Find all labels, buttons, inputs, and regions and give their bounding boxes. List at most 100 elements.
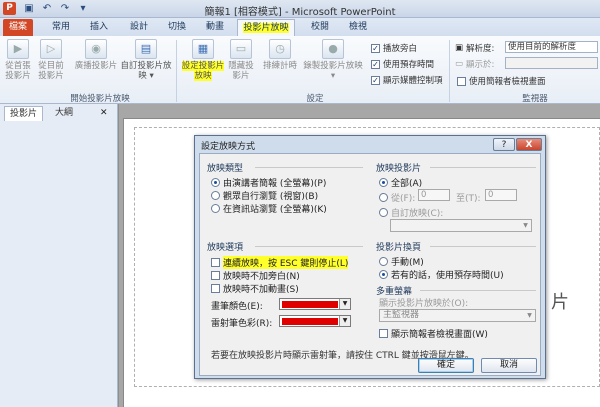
to-label: 至(T): <box>456 194 481 204</box>
from-beginning-button[interactable]: ▶ 從首張投影片 <box>2 39 34 81</box>
broadcast-button[interactable]: ◉ 廣播投影片 <box>74 39 118 71</box>
from-current-button[interactable]: ▷ 從目前投影片 <box>35 39 67 81</box>
divider <box>430 246 536 247</box>
loop-checkbox[interactable]: 連續放映，按 ESC 鍵則停止(L) <box>211 256 349 269</box>
from-spinner[interactable]: 0 <box>418 189 450 201</box>
radio-icon <box>379 208 388 217</box>
checkmark-icon: ✓ <box>371 43 380 53</box>
all-slides-radio[interactable]: 全部(A) <box>379 176 422 189</box>
chevron-down-icon: ▼ <box>527 312 532 319</box>
monitor-icon: ▭ <box>455 59 464 69</box>
tab-slide-show[interactable]: 投影片放映 <box>237 19 295 36</box>
radio-icon <box>211 191 220 200</box>
dialog-title: 設定放映方式 <box>201 142 256 152</box>
rehearse-button[interactable]: ◷ 排練計時 <box>262 39 298 71</box>
radio-selected-icon <box>211 178 220 187</box>
setup-show-icon: ▦ <box>192 39 214 59</box>
play-narration-checkbox[interactable]: ✓ 播放旁白 <box>371 42 417 54</box>
laser-color-label: 雷射筆色彩(R): <box>211 319 273 329</box>
play-current-icon: ▷ <box>40 39 62 59</box>
custom-show-icon: ▤ <box>135 39 157 59</box>
use-timings-radio[interactable]: 若有的話，使用預存時間(U) <box>379 268 504 281</box>
divider <box>430 167 536 168</box>
divider <box>420 290 536 291</box>
pen-color-label: 畫筆顏色(E): <box>211 302 263 312</box>
group-divider <box>449 40 450 102</box>
browsed-by-individual-radio[interactable]: 觀眾自行瀏覽 (視窗)(B) <box>211 189 318 202</box>
tab-transitions[interactable]: 切換 <box>164 19 190 36</box>
setup-show-button[interactable]: ▦ 設定投影片放映 <box>180 39 226 81</box>
resolution-label: ▣ 解析度: <box>455 43 495 54</box>
tab-outline[interactable]: 大綱 <box>50 106 78 121</box>
tab-home[interactable]: 常用 <box>48 19 74 36</box>
use-timings-checkbox[interactable]: ✓ 使用預存時間 <box>371 58 434 70</box>
show-slides-title: 放映投影片 <box>376 164 422 174</box>
presenter-view-checkbox[interactable]: 使用簡報者檢視畫面 <box>457 75 546 87</box>
slide-placeholder-text: 片 <box>551 292 569 313</box>
no-animation-checkbox[interactable]: 放映時不加動畫(S) <box>211 282 299 295</box>
presenter-view-checkbox-dialog[interactable]: 顯示簡報者檢視畫面(W) <box>379 327 488 340</box>
tab-animations[interactable]: 動畫 <box>202 19 228 36</box>
show-on-monitor-label: 顯示投影片放映於(O): <box>379 299 469 309</box>
radio-icon <box>379 257 388 266</box>
resolution-icon: ▣ <box>455 43 464 53</box>
chevron-down-icon: ▼ <box>339 316 350 326</box>
timer-icon: ◷ <box>269 39 291 59</box>
broadcast-icon: ◉ <box>85 39 107 59</box>
presented-by-speaker-radio[interactable]: 由演講者簡報 (全螢幕)(P) <box>211 176 326 189</box>
tab-file[interactable]: 檔案 <box>3 19 33 36</box>
radio-selected-icon <box>379 270 388 279</box>
radio-selected-icon <box>379 178 388 187</box>
radio-icon <box>379 193 388 202</box>
show-on-dropdown[interactable] <box>505 57 598 69</box>
title-bar: P ▣ ↶ ↷ ▾ 簡報1 [相容模式] - Microsoft PowerPo… <box>0 0 600 18</box>
cancel-button[interactable]: 取消 <box>481 358 537 373</box>
pen-color-picker[interactable]: ▼ <box>279 298 351 310</box>
from-radio[interactable]: 從(F): <box>379 191 415 204</box>
group-label-setup: 設定 <box>306 94 324 104</box>
ribbon: ▶ 從首張投影片 ▷ 從目前投影片 ◉ 廣播投影片 ▤ 自訂投影片放映 ▾ 開始投影片放… <box>0 36 600 104</box>
dialog-body: 放映類型 由演講者簡報 (全螢幕)(P) 觀眾自行瀏覽 (視窗)(B) 在資訊站… <box>199 153 541 376</box>
to-spinner[interactable]: 0 <box>485 189 517 201</box>
help-button[interactable]: ? <box>493 138 515 151</box>
group-label-start: 開始投影片放映 <box>70 94 130 104</box>
show-on-label: ▭ 顯示於: <box>455 59 495 70</box>
laser-color-swatch <box>282 318 338 325</box>
laser-color-picker[interactable]: ▼ <box>279 315 351 327</box>
tab-slide-show-label: 投影片放映 <box>243 23 289 33</box>
setup-show-dialog: 設定放映方式 ? X 放映類型 由演講者簡報 (全螢幕)(P) 觀眾自行瀏覽 (… <box>194 135 546 379</box>
checkmark-icon: ✓ <box>371 75 380 85</box>
record-icon: ● <box>322 39 344 59</box>
monitor-dropdown[interactable]: 主監視器 ▼ <box>379 309 536 322</box>
show-options-title: 放映選項 <box>207 243 244 253</box>
hide-slide-icon: ▭ <box>230 39 252 59</box>
resolution-dropdown[interactable]: 使用目前的解析度 <box>505 41 598 53</box>
browsed-at-kiosk-radio[interactable]: 在資訊站瀏覽 (全螢幕)(K) <box>211 202 327 215</box>
tab-view[interactable]: 檢視 <box>345 19 371 36</box>
show-media-controls-checkbox[interactable]: ✓ 顯示媒體控制項 <box>371 74 443 86</box>
checkmark-icon: ✓ <box>371 59 380 69</box>
close-panel-icon[interactable]: ✕ <box>100 108 108 118</box>
ok-button[interactable]: 確定 <box>418 358 474 373</box>
radio-icon <box>211 204 220 213</box>
custom-show-dropdown[interactable]: ▼ <box>390 219 532 232</box>
tab-review[interactable]: 校閱 <box>307 19 333 36</box>
divider <box>255 246 363 247</box>
group-divider <box>176 40 177 102</box>
slide-thumbnail-panel: 投影片 大綱 ✕ <box>0 104 118 407</box>
chevron-down-icon: ▼ <box>339 299 350 309</box>
custom-show-button[interactable]: ▤ 自訂投影片放映 ▾ <box>120 39 172 81</box>
window-title: 簡報1 [相容模式] - Microsoft PowerPoint <box>204 7 396 18</box>
tab-slides[interactable]: 投影片 <box>4 106 44 121</box>
custom-show-radio[interactable]: 自訂放映(C): <box>379 206 443 219</box>
ribbon-tabs: 檔案 常用 插入 設計 切換 動畫 投影片放映 校閱 檢視 <box>0 18 600 36</box>
no-narration-checkbox[interactable]: 放映時不加旁白(N) <box>211 269 300 282</box>
hide-slide-button[interactable]: ▭ 隱藏投影片 <box>228 39 254 81</box>
manual-advance-radio[interactable]: 手動(M) <box>379 255 424 268</box>
close-button[interactable]: X <box>516 138 542 151</box>
tab-design[interactable]: 設計 <box>126 19 152 36</box>
group-label-monitors: 監視器 <box>522 94 548 104</box>
chevron-down-icon: ▼ <box>523 222 528 229</box>
tab-insert[interactable]: 插入 <box>86 19 112 36</box>
record-show-button[interactable]: ● 錄製投影片放映 ▾ <box>300 39 366 81</box>
